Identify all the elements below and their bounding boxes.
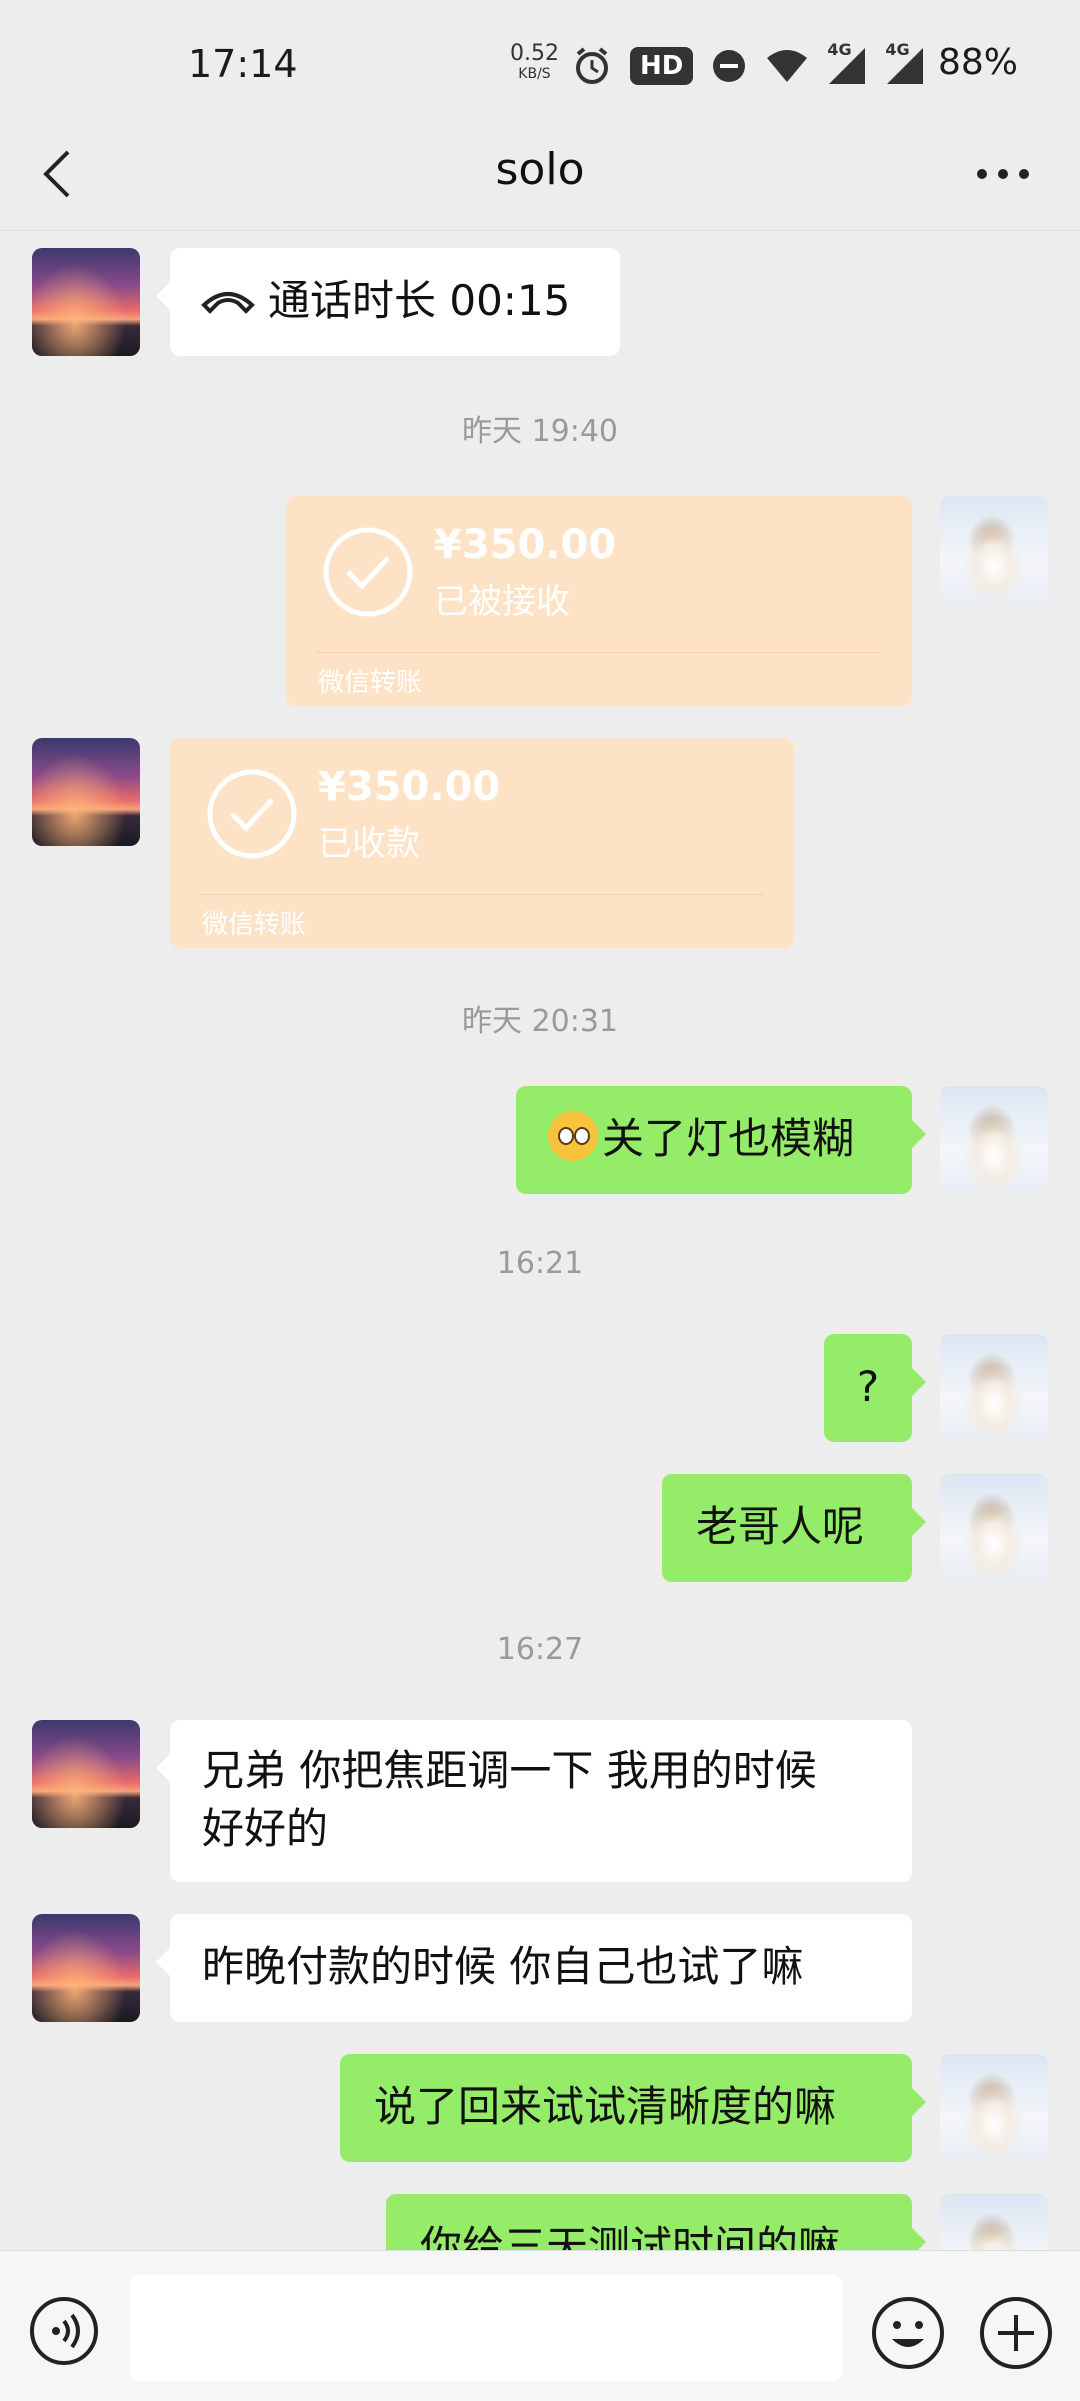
hangup-icon — [201, 292, 255, 314]
transfer-divider — [200, 894, 764, 895]
transfer-amount: ¥350.00 — [434, 522, 617, 568]
message-text-line: 兄弟 你把焦距调一下 我用的时候 — [202, 1746, 817, 1795]
avatar-me[interactable] — [940, 2054, 1048, 2162]
message-sent[interactable]: 老哥人呢 — [662, 1474, 926, 1582]
transfer-sent-card[interactable]: ¥350.00 已被接收 微信转账 — [286, 496, 912, 706]
transfer-status: 已被接收 — [434, 582, 570, 622]
voice-icon[interactable] — [28, 2295, 100, 2367]
status-time: 17:14 — [188, 42, 298, 86]
battery-level: 88% — [938, 42, 1019, 83]
message-sent[interactable]: 说了回来试试清晰度的嘛 — [340, 2054, 926, 2162]
message-received[interactable]: 兄弟 你把焦距调一下 我用的时候 好好的 — [156, 1720, 912, 1882]
emoji-pleading-icon — [548, 1111, 598, 1161]
message-input[interactable] — [130, 2275, 842, 2381]
avatar-other[interactable] — [32, 1914, 140, 2022]
signal-icon-2 — [887, 48, 924, 84]
message-text: ? — [856, 1362, 880, 1411]
wifi-icon — [767, 50, 808, 82]
avatar-me[interactable] — [940, 1334, 1048, 1442]
avatar-other[interactable] — [32, 248, 140, 356]
emoji-eye-left — [558, 1127, 574, 1145]
message-text: 昨晚付款的时候 你自己也试了嘛 — [202, 1942, 804, 1991]
avatar-other[interactable] — [32, 1720, 140, 1828]
message-sent[interactable]: ? — [824, 1334, 926, 1442]
check-circle-icon — [207, 769, 297, 859]
message-sent[interactable]: 关了灯也模糊 — [516, 1086, 926, 1194]
hd-badge: HD — [630, 47, 694, 85]
check-circle-icon — [323, 527, 413, 617]
signal-group-2: 4G — [885, 40, 925, 86]
avatar-me[interactable] — [940, 1474, 1048, 1582]
plus-icon[interactable] — [978, 2295, 1054, 2371]
status-bar: 17:14 0.52 KB/S HD 4G 4G 88% — [0, 0, 1080, 130]
transfer-received-card[interactable]: ¥350.00 已收款 微信转账 — [170, 738, 794, 948]
net-speed-value: 0.52 — [510, 41, 559, 66]
signal-icon — [829, 48, 866, 84]
chat-title: solo — [495, 144, 585, 195]
transfer-source: 微信转账 — [318, 668, 423, 698]
timestamp: 昨天 19:40 — [462, 414, 618, 449]
message-text: 关了灯也模糊 — [602, 1114, 855, 1163]
signal-group-1: 4G — [827, 40, 867, 86]
chat-header: solo — [0, 120, 1080, 231]
call-duration-text: 通话时长 00:15 — [268, 276, 571, 325]
call-record-bubble[interactable]: 通话时长 00:15 — [156, 248, 620, 356]
dnd-icon — [713, 50, 746, 82]
transfer-status: 已收款 — [318, 824, 420, 864]
transfer-divider — [316, 652, 882, 653]
timestamp: 昨天 20:31 — [462, 1004, 618, 1039]
emoji-icon[interactable] — [870, 2295, 946, 2371]
message-text: 老哥人呢 — [696, 1502, 865, 1551]
transfer-amount: ¥350.00 — [318, 764, 501, 810]
message-text: 说了回来试试清晰度的嘛 — [374, 2082, 837, 2131]
message-received[interactable]: 昨晚付款的时候 你自己也试了嘛 — [156, 1914, 912, 2022]
status-icons: HD 4G 4G — [572, 38, 925, 94]
avatar-me[interactable] — [940, 1086, 1048, 1194]
net-speed: 0.52 KB/S — [510, 41, 559, 84]
more-icon[interactable] — [968, 144, 1038, 204]
net-speed-unit: KB/S — [518, 66, 551, 82]
input-bar — [0, 2250, 1080, 2401]
emoji-eye-right — [574, 1127, 590, 1145]
message-text-line: 好好的 — [202, 1804, 329, 1853]
timestamp: 16:27 — [496, 1632, 584, 1667]
alarm-icon — [576, 47, 608, 84]
transfer-source: 微信转账 — [202, 910, 307, 940]
timestamp: 16:21 — [496, 1246, 584, 1281]
avatar-me[interactable] — [940, 496, 1048, 604]
avatar-other[interactable] — [32, 738, 140, 846]
